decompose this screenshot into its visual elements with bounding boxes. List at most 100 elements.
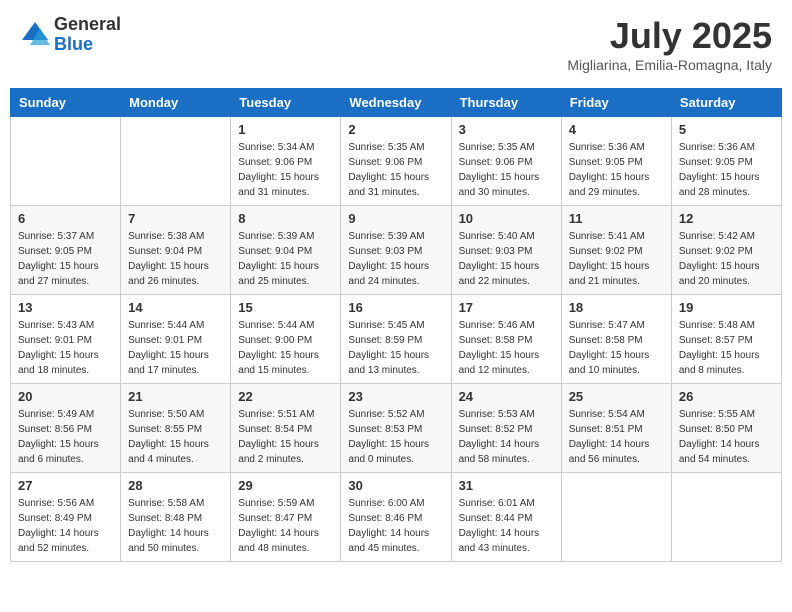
day-info: Sunrise: 5:36 AMSunset: 9:05 PMDaylight:…: [569, 140, 664, 200]
calendar-cell: 24Sunrise: 5:53 AMSunset: 8:52 PMDayligh…: [451, 384, 561, 473]
calendar-table: SundayMondayTuesdayWednesdayThursdayFrid…: [10, 88, 782, 562]
calendar-cell: 6 Sunrise: 5:37 AMSunset: 9:05 PMDaylight…: [11, 206, 121, 295]
day-info: Sunrise: 5:49 AMSunset: 8:56 PMDaylight:…: [18, 407, 113, 467]
day-info: Sunrise: 6:00 AMSunset: 8:46 PMDaylight:…: [348, 496, 443, 556]
day-number: 12: [679, 211, 774, 226]
day-number: 19: [679, 300, 774, 315]
day-info: Sunrise: 5:46 AMSunset: 8:58 PMDaylight:…: [459, 318, 554, 378]
day-info: Sunrise: 5:38 AMSunset: 9:04 PMDaylight:…: [128, 229, 223, 289]
day-number: 24: [459, 389, 554, 404]
calendar-cell: 9Sunrise: 5:39 AMSunset: 9:03 PMDaylight…: [341, 206, 451, 295]
calendar-cell: 26 Sunrise: 5:55 AMSunset: 8:50 PMDayligh…: [671, 384, 781, 473]
calendar-cell: [121, 117, 231, 206]
calendar-cell: 20 Sunrise: 5:49 AMSunset: 8:56 PMDayligh…: [11, 384, 121, 473]
day-info: Sunrise: 5:54 AMSunset: 8:51 PMDaylight:…: [569, 407, 664, 467]
calendar-cell: 25 Sunrise: 5:54 AMSunset: 8:51 PMDayligh…: [561, 384, 671, 473]
calendar-cell: 1 Sunrise: 5:34 AMSunset: 9:06 PMDaylight…: [231, 117, 341, 206]
day-info: Sunrise: 5:48 AMSunset: 8:57 PMDaylight:…: [679, 318, 774, 378]
day-info: Sunrise: 5:41 AMSunset: 9:02 PMDaylight:…: [569, 229, 664, 289]
day-info: Sunrise: 6:01 AMSunset: 8:44 PMDaylight:…: [459, 496, 554, 556]
page-header: General Blue July 2025 Migliarina, Emili…: [10, 10, 782, 78]
day-info: Sunrise: 5:34 AMSunset: 9:06 PMDaylight:…: [238, 140, 333, 200]
day-info: Sunrise: 5:58 AMSunset: 8:48 PMDaylight:…: [128, 496, 223, 556]
day-info: Sunrise: 5:44 AMSunset: 9:00 PMDaylight:…: [238, 318, 333, 378]
calendar-cell: 31 Sunrise: 6:01 AMSunset: 8:44 PMDayligh…: [451, 473, 561, 562]
day-number: 18: [569, 300, 664, 315]
day-info: Sunrise: 5:51 AMSunset: 8:54 PMDaylight:…: [238, 407, 333, 467]
calendar-cell: 3 Sunrise: 5:35 AMSunset: 9:06 PMDaylight…: [451, 117, 561, 206]
day-info: Sunrise: 5:39 AMSunset: 9:04 PMDaylight:…: [238, 229, 333, 289]
calendar-cell: 17Sunrise: 5:46 AMSunset: 8:58 PMDayligh…: [451, 295, 561, 384]
calendar-cell: 7 Sunrise: 5:38 AMSunset: 9:04 PMDaylight…: [121, 206, 231, 295]
day-info: Sunrise: 5:44 AMSunset: 9:01 PMDaylight:…: [128, 318, 223, 378]
day-number: 20: [18, 389, 113, 404]
day-number: 25: [569, 389, 664, 404]
day-info: Sunrise: 5:59 AMSunset: 8:47 PMDaylight:…: [238, 496, 333, 556]
calendar-cell: [11, 117, 121, 206]
day-number: 10: [459, 211, 554, 226]
logo-general: General: [54, 15, 121, 35]
day-number: 11: [569, 211, 664, 226]
day-number: 30: [348, 478, 443, 493]
day-number: 31: [459, 478, 554, 493]
logo: General Blue: [20, 15, 121, 55]
calendar-week-1: 1 Sunrise: 5:34 AMSunset: 9:06 PMDaylight…: [11, 117, 782, 206]
day-number: 2: [348, 122, 443, 137]
calendar-cell: 28Sunrise: 5:58 AMSunset: 8:48 PMDayligh…: [121, 473, 231, 562]
day-info: Sunrise: 5:37 AMSunset: 9:05 PMDaylight:…: [18, 229, 113, 289]
day-number: 7: [128, 211, 223, 226]
calendar-cell: 15 Sunrise: 5:44 AMSunset: 9:00 PMDayligh…: [231, 295, 341, 384]
weekday-header-row: SundayMondayTuesdayWednesdayThursdayFrid…: [11, 89, 782, 117]
calendar-cell: 29 Sunrise: 5:59 AMSunset: 8:47 PMDayligh…: [231, 473, 341, 562]
logo-text: General Blue: [54, 15, 121, 55]
day-info: Sunrise: 5:55 AMSunset: 8:50 PMDaylight:…: [679, 407, 774, 467]
calendar-week-4: 20 Sunrise: 5:49 AMSunset: 8:56 PMDayligh…: [11, 384, 782, 473]
day-number: 22: [238, 389, 333, 404]
day-info: Sunrise: 5:52 AMSunset: 8:53 PMDaylight:…: [348, 407, 443, 467]
day-number: 26: [679, 389, 774, 404]
day-info: Sunrise: 5:50 AMSunset: 8:55 PMDaylight:…: [128, 407, 223, 467]
day-number: 1: [238, 122, 333, 137]
day-number: 16: [348, 300, 443, 315]
calendar-cell: 30 Sunrise: 6:00 AMSunset: 8:46 PMDayligh…: [341, 473, 451, 562]
calendar-cell: 8Sunrise: 5:39 AMSunset: 9:04 PMDaylight…: [231, 206, 341, 295]
day-info: Sunrise: 5:45 AMSunset: 8:59 PMDaylight:…: [348, 318, 443, 378]
day-number: 23: [348, 389, 443, 404]
calendar-cell: 10Sunrise: 5:40 AMSunset: 9:03 PMDayligh…: [451, 206, 561, 295]
weekday-header-monday: Monday: [121, 89, 231, 117]
day-info: Sunrise: 5:35 AMSunset: 9:06 PMDaylight:…: [348, 140, 443, 200]
logo-blue: Blue: [54, 35, 121, 55]
calendar-cell: 21Sunrise: 5:50 AMSunset: 8:55 PMDayligh…: [121, 384, 231, 473]
calendar-cell: [561, 473, 671, 562]
day-number: 14: [128, 300, 223, 315]
calendar-cell: 16 Sunrise: 5:45 AMSunset: 8:59 PMDayligh…: [341, 295, 451, 384]
day-info: Sunrise: 5:47 AMSunset: 8:58 PMDaylight:…: [569, 318, 664, 378]
calendar-cell: 22 Sunrise: 5:51 AMSunset: 8:54 PMDayligh…: [231, 384, 341, 473]
calendar-cell: 2 Sunrise: 5:35 AMSunset: 9:06 PMDaylight…: [341, 117, 451, 206]
calendar-cell: 13Sunrise: 5:43 AMSunset: 9:01 PMDayligh…: [11, 295, 121, 384]
calendar-cell: 18 Sunrise: 5:47 AMSunset: 8:58 PMDayligh…: [561, 295, 671, 384]
calendar-cell: 12 Sunrise: 5:42 AMSunset: 9:02 PMDayligh…: [671, 206, 781, 295]
day-number: 29: [238, 478, 333, 493]
weekday-header-sunday: Sunday: [11, 89, 121, 117]
day-info: Sunrise: 5:56 AMSunset: 8:49 PMDaylight:…: [18, 496, 113, 556]
day-number: 5: [679, 122, 774, 137]
day-number: 15: [238, 300, 333, 315]
calendar-cell: 4Sunrise: 5:36 AMSunset: 9:05 PMDaylight…: [561, 117, 671, 206]
calendar-cell: 5 Sunrise: 5:36 AMSunset: 9:05 PMDaylight…: [671, 117, 781, 206]
day-info: Sunrise: 5:35 AMSunset: 9:06 PMDaylight:…: [459, 140, 554, 200]
day-number: 9: [348, 211, 443, 226]
location-title: Migliarina, Emilia-Romagna, Italy: [567, 57, 772, 73]
calendar-cell: 27Sunrise: 5:56 AMSunset: 8:49 PMDayligh…: [11, 473, 121, 562]
weekday-header-friday: Friday: [561, 89, 671, 117]
calendar-week-3: 13Sunrise: 5:43 AMSunset: 9:01 PMDayligh…: [11, 295, 782, 384]
calendar-cell: [671, 473, 781, 562]
calendar-cell: 23 Sunrise: 5:52 AMSunset: 8:53 PMDayligh…: [341, 384, 451, 473]
day-info: Sunrise: 5:42 AMSunset: 9:02 PMDaylight:…: [679, 229, 774, 289]
calendar-cell: 14 Sunrise: 5:44 AMSunset: 9:01 PMDayligh…: [121, 295, 231, 384]
day-number: 3: [459, 122, 554, 137]
day-info: Sunrise: 5:36 AMSunset: 9:05 PMDaylight:…: [679, 140, 774, 200]
calendar-week-5: 27Sunrise: 5:56 AMSunset: 8:49 PMDayligh…: [11, 473, 782, 562]
weekday-header-tuesday: Tuesday: [231, 89, 341, 117]
day-number: 6: [18, 211, 113, 226]
